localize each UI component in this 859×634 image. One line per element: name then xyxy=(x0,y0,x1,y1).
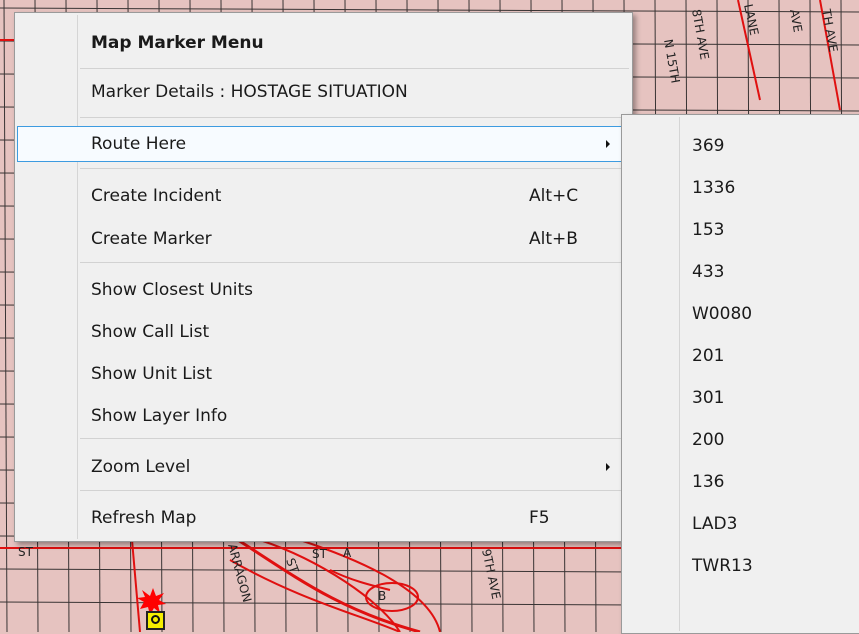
street-label: ST xyxy=(18,545,34,559)
menu-item-route-here[interactable]: Route Here xyxy=(17,126,630,162)
menu-item-shortcut: Alt+B xyxy=(529,229,578,249)
menu-item-show-unit-list[interactable]: Show Unit List xyxy=(18,357,629,391)
route-unit-item[interactable]: 433 xyxy=(622,251,859,291)
route-unit-label: 433 xyxy=(692,262,725,282)
route-unit-item[interactable]: 136 xyxy=(622,461,859,501)
menu-item-label: Show Call List xyxy=(91,322,210,342)
menu-item-label: Show Layer Info xyxy=(91,406,228,426)
route-unit-item[interactable]: 301 xyxy=(622,377,859,417)
menu-item-marker-details[interactable]: Marker Details : HOSTAGE SITUATION xyxy=(18,75,629,109)
menu-item-show-call-list[interactable]: Show Call List xyxy=(18,315,629,349)
route-unit-item[interactable]: 1336 xyxy=(622,167,859,207)
menu-item-label: Show Unit List xyxy=(91,364,213,384)
route-unit-item[interactable]: 153 xyxy=(622,209,859,249)
route-unit-label: 136 xyxy=(692,472,725,492)
route-unit-item[interactable]: 369 xyxy=(622,125,859,165)
menu-item-label: Show Closest Units xyxy=(91,280,253,300)
unit-marker-icon[interactable] xyxy=(146,611,165,630)
menu-separator xyxy=(80,262,629,263)
menu-separator xyxy=(80,438,629,439)
menu-item-label: Marker Details : HOSTAGE SITUATION xyxy=(91,82,408,102)
submenu-arrow-icon xyxy=(606,140,610,148)
menu-item-shortcut: Alt+C xyxy=(529,186,579,206)
route-unit-label: 153 xyxy=(692,220,725,240)
menu-item-zoom-level[interactable]: Zoom Level xyxy=(18,450,629,484)
route-unit-label: 369 xyxy=(692,136,725,156)
map-marker-context-menu: Map Marker Menu Marker Details : HOSTAGE… xyxy=(14,12,633,542)
street-label: B xyxy=(378,589,386,603)
menu-separator xyxy=(80,117,629,118)
menu-separator xyxy=(80,68,629,69)
menu-item-create-incident[interactable]: Create Incident Alt+C xyxy=(18,179,629,213)
route-unit-item[interactable]: TWR13 xyxy=(622,545,859,585)
route-unit-label: 1336 xyxy=(692,178,736,198)
menu-item-shortcut: F5 xyxy=(529,508,550,528)
menu-item-label: Zoom Level xyxy=(91,457,191,477)
route-unit-label: 201 xyxy=(692,346,725,366)
menu-item-show-layer-info[interactable]: Show Layer Info xyxy=(18,399,629,433)
menu-separator xyxy=(80,490,629,491)
menu-item-create-marker[interactable]: Create Marker Alt+B xyxy=(18,222,629,256)
menu-item-label: Create Marker xyxy=(91,229,212,249)
menu-separator xyxy=(80,168,629,169)
route-unit-label: W0080 xyxy=(692,304,753,324)
route-unit-item[interactable]: LAD3 xyxy=(622,503,859,543)
menu-title-label: Map Marker Menu xyxy=(91,33,264,53)
route-unit-label: 200 xyxy=(692,430,725,450)
route-unit-item[interactable]: W0080 xyxy=(622,293,859,333)
street-label: A xyxy=(343,546,352,560)
street-label: ST xyxy=(312,547,328,561)
route-unit-label: LAD3 xyxy=(692,514,738,534)
route-unit-label: 301 xyxy=(692,388,725,408)
submenu-arrow-icon xyxy=(606,463,610,471)
route-unit-item[interactable]: 200 xyxy=(622,419,859,459)
menu-title: Map Marker Menu xyxy=(18,26,629,60)
route-unit-label: TWR13 xyxy=(692,556,753,576)
menu-item-label: Route Here xyxy=(91,134,187,154)
menu-item-refresh-map[interactable]: Refresh Map F5 xyxy=(18,501,629,535)
menu-item-label: Refresh Map xyxy=(91,508,197,528)
menu-item-show-closest-units[interactable]: Show Closest Units xyxy=(18,273,629,307)
route-here-submenu: 369 1336 153 433 W0080 201 301 200 136 L… xyxy=(621,114,859,634)
route-unit-item[interactable]: 201 xyxy=(622,335,859,375)
menu-item-label: Create Incident xyxy=(91,186,222,206)
